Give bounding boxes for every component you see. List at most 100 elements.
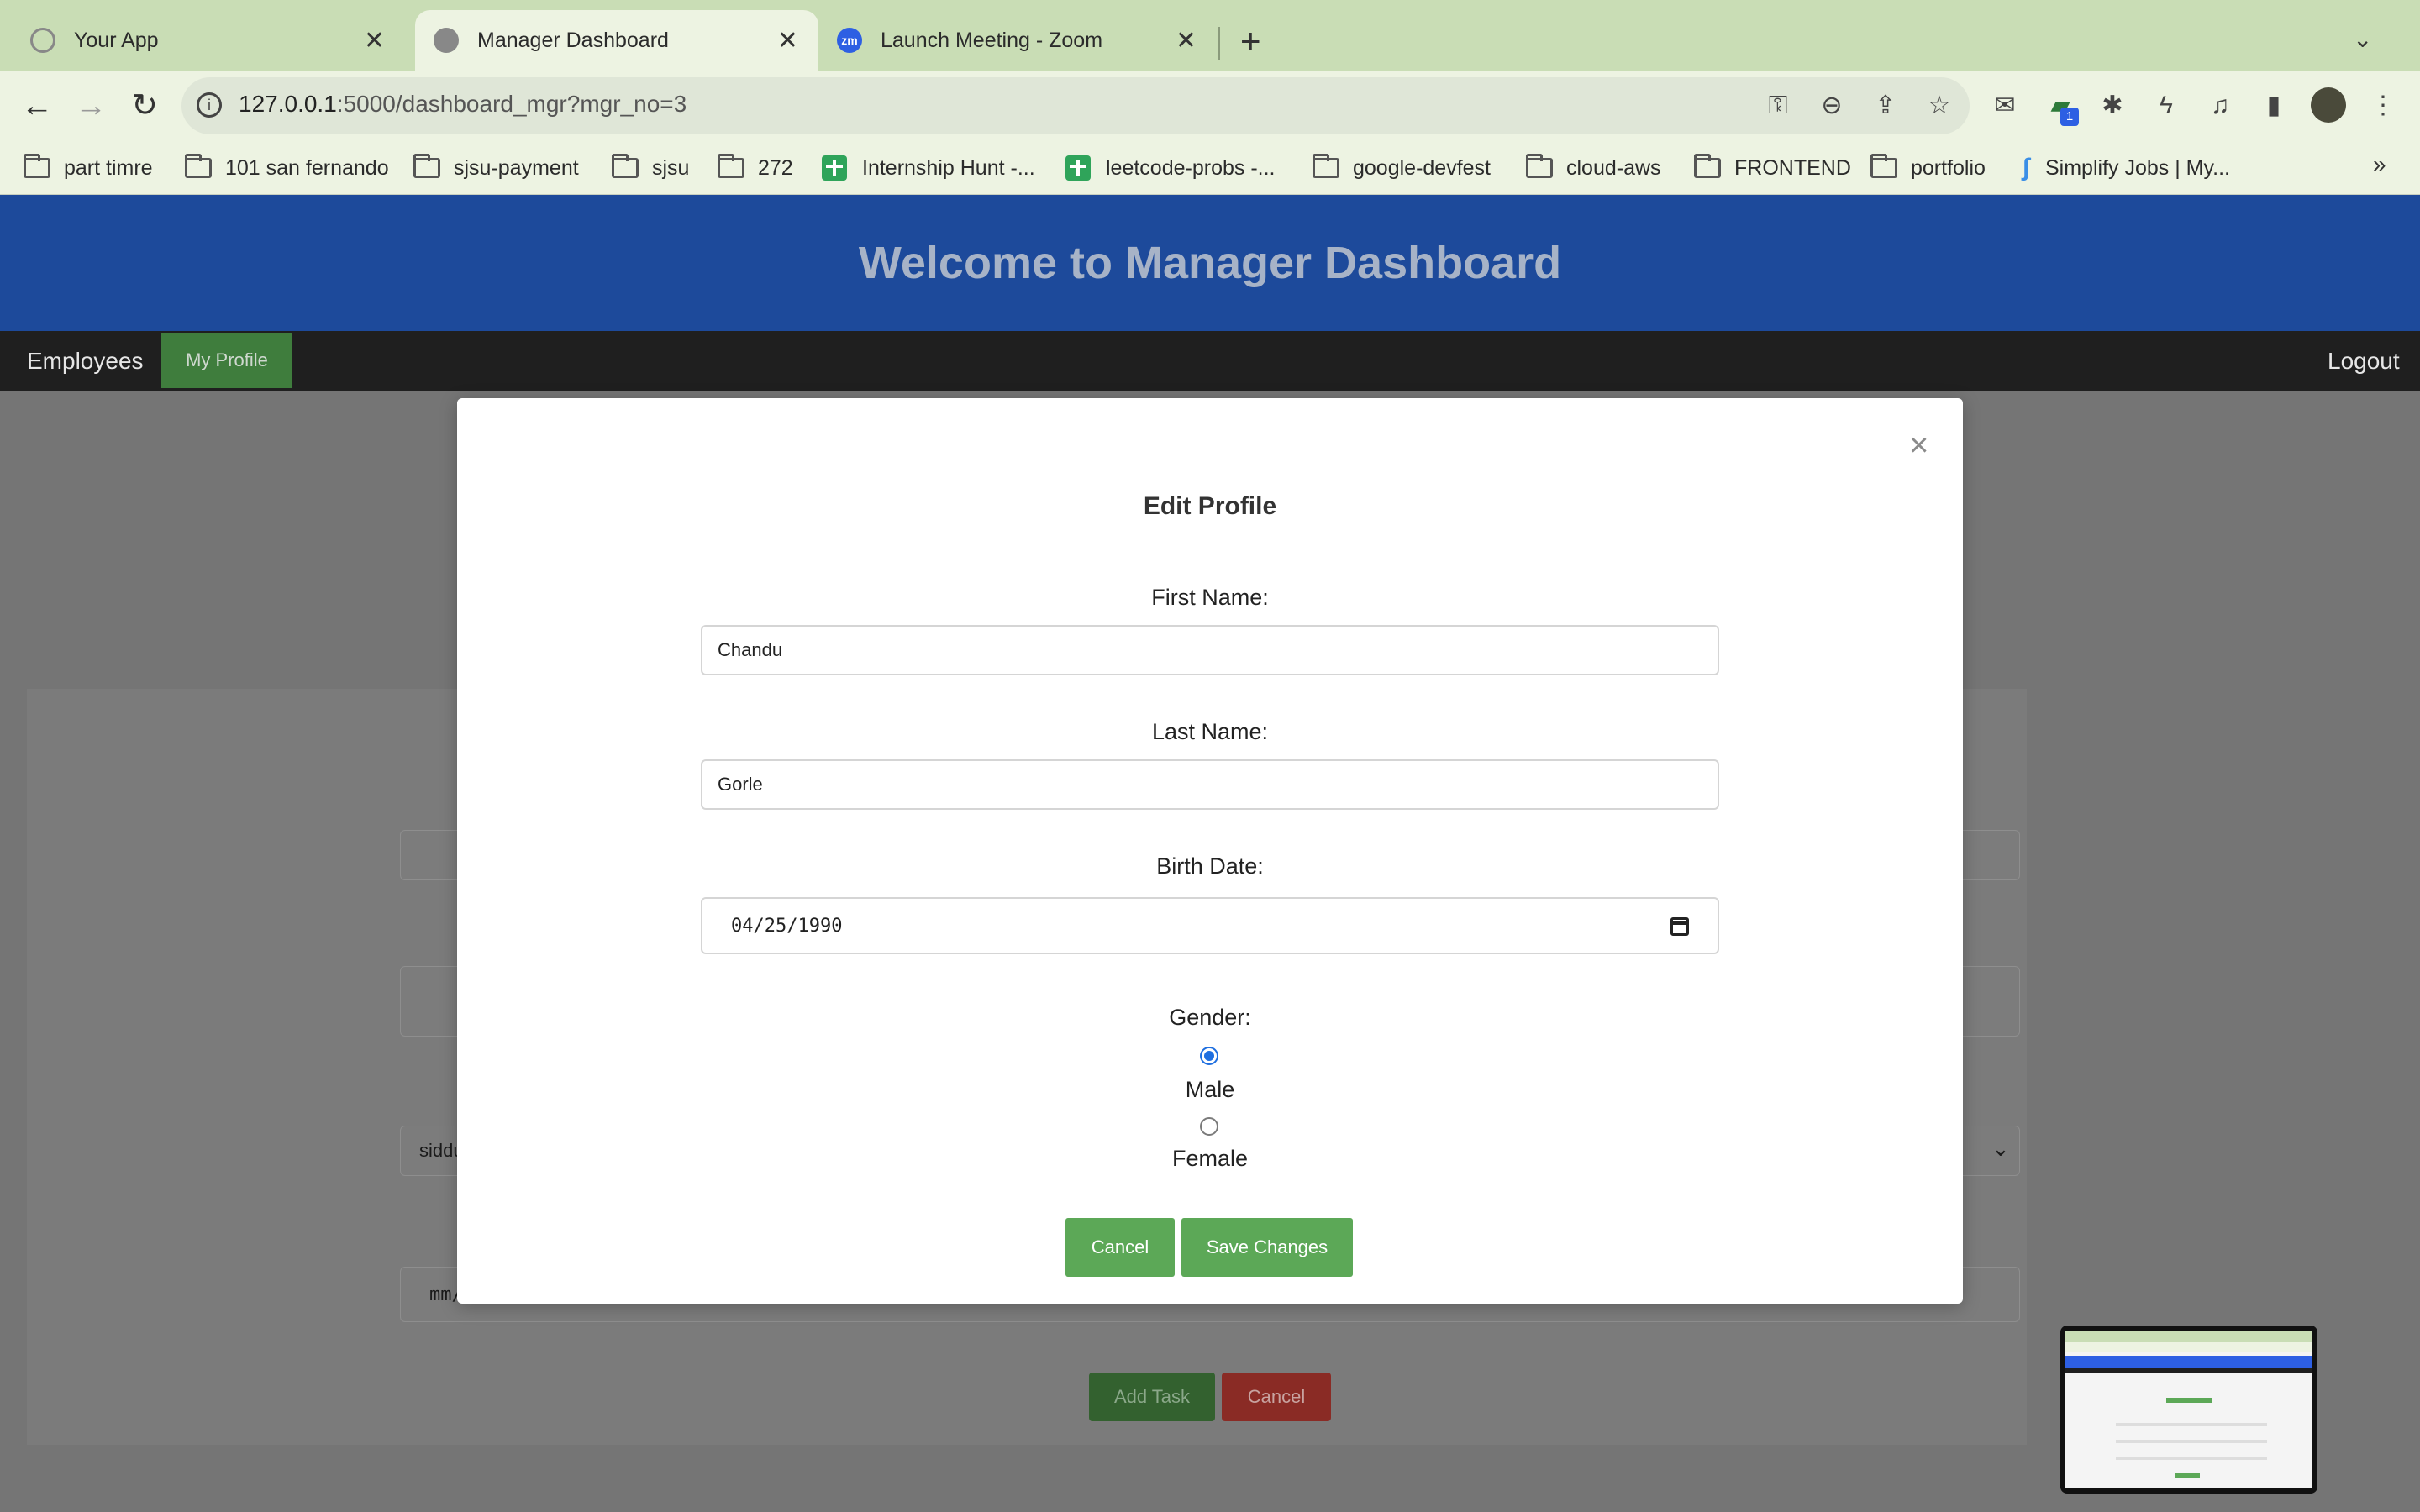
gender-male-label: Male <box>1185 1077 1235 1102</box>
close-tab-icon[interactable]: ✕ <box>777 26 798 55</box>
bookmark-label: Internship Hunt -... <box>862 155 1035 180</box>
modal-title: Edit Profile <box>1143 492 1277 520</box>
gender-label: Gender: <box>1169 1005 1251 1030</box>
bookmark-label: 101 san fernando <box>225 155 389 180</box>
folder-icon <box>413 154 440 178</box>
birth-date-label: Birth Date: <box>1156 853 1264 879</box>
puzzle-icon[interactable]: ✱ <box>2096 91 2129 121</box>
nav-employees[interactable]: Employees <box>27 331 144 391</box>
folder-icon <box>185 154 212 178</box>
folder-icon <box>1694 154 1721 178</box>
gender-female-radio[interactable] <box>1200 1117 1218 1136</box>
bookmark-label: cloud-aws <box>1566 155 1661 180</box>
thumbnail-toolbar <box>2065 1342 2312 1352</box>
bookmark-label: google-devfest <box>1353 155 1491 180</box>
bookmark-item[interactable]: google-devfest <box>1313 153 1491 183</box>
bookmark-item[interactable]: leetcode-probs -... <box>1065 153 1276 183</box>
birth-date-field[interactable]: 04/25/1990 <box>701 897 1719 954</box>
zoom-icon: zm <box>837 28 862 53</box>
folder-icon <box>612 154 639 178</box>
thumbnail-nav <box>2065 1368 2312 1373</box>
tab-title: Manager Dashboard <box>477 28 669 52</box>
birth-date-value: 04/25/1990 <box>731 915 843 937</box>
close-icon[interactable]: × <box>1909 428 1928 462</box>
bookmark-item[interactable]: portfolio <box>1870 153 1986 183</box>
globe-icon <box>30 28 55 53</box>
bookmark-label: part timre <box>64 155 153 180</box>
lightning-icon[interactable]: ϟ <box>2149 91 2183 121</box>
thumbnail-tabstrip <box>2065 1331 2312 1342</box>
folder-icon <box>718 154 744 178</box>
tab-title: Your App <box>74 28 159 52</box>
menu-icon[interactable]: ⋮ <box>2366 91 2400 121</box>
share-icon[interactable]: ⇪ <box>1869 91 1902 121</box>
cancel-button[interactable]: Cancel <box>1065 1218 1175 1277</box>
new-tab-icon[interactable]: + <box>1240 24 1261 59</box>
first-name-label: First Name: <box>1151 585 1269 610</box>
thumbnail-preview <box>2065 1331 2312 1488</box>
thumbnail-button <box>2175 1473 2200 1478</box>
url-text[interactable]: 127.0.0.1:5000/dashboard_mgr?mgr_no=3 <box>239 91 687 118</box>
bookmark-item[interactable]: Internship Hunt -... <box>822 153 1035 183</box>
tab-separator <box>1218 27 1220 60</box>
forward-icon[interactable]: → <box>72 87 109 124</box>
save-changes-button[interactable]: Save Changes <box>1181 1218 1353 1277</box>
bookmark-item[interactable]: sjsu <box>612 153 689 183</box>
more-bookmarks-icon[interactable]: » <box>2373 151 2386 178</box>
chevron-down-icon[interactable]: ⌄ <box>2353 25 2372 53</box>
avatar[interactable] <box>2311 87 2346 123</box>
last-name-value: Gorle <box>718 774 763 795</box>
sheets-icon <box>822 155 847 181</box>
chevron-down-icon: ⌄ <box>1991 1136 2010 1161</box>
screenshot-thumbnail[interactable] <box>2060 1326 2317 1494</box>
bookmark-item[interactable]: cloud-aws <box>1526 153 1661 183</box>
info-icon[interactable]: i <box>197 92 222 118</box>
folder-icon <box>1526 154 1553 178</box>
tab-your-app[interactable]: Your App ✕ <box>12 10 405 71</box>
first-name-value: Chandu <box>718 639 783 660</box>
bookmark-item[interactable]: 101 san fernando <box>185 153 389 183</box>
reload-icon[interactable]: ↻ <box>126 87 163 124</box>
gender-female-label: Female <box>1171 1146 1249 1171</box>
back-icon[interactable]: ← <box>18 87 55 124</box>
folder-icon <box>1870 154 1897 178</box>
page-header: Welcome to Manager Dashboard <box>0 195 2420 331</box>
close-tab-icon[interactable]: ✕ <box>364 26 385 55</box>
bookmark-star-icon[interactable]: ☆ <box>1923 91 1956 121</box>
zoom-out-icon[interactable]: ⊖ <box>1815 91 1849 121</box>
nav-my-profile[interactable]: My Profile <box>161 333 292 388</box>
simplify-icon: ʃ <box>2022 154 2030 181</box>
bookmark-label: portfolio <box>1911 155 1986 180</box>
bookmark-item[interactable]: FRONTEND <box>1694 153 1851 183</box>
gender-male-radio[interactable] <box>1200 1047 1218 1065</box>
bookmark-label: 272 <box>758 155 793 180</box>
close-tab-icon[interactable]: ✕ <box>1176 26 1197 55</box>
last-name-field[interactable]: Gorle <box>701 759 1719 810</box>
extension-badge: 1 <box>2060 108 2079 126</box>
bookmark-item[interactable]: part timre <box>24 153 153 183</box>
url-path: :5000/dashboard_mgr?mgr_no=3 <box>336 91 687 117</box>
bookmark-label: sjsu-payment <box>454 155 579 180</box>
thumbnail-button <box>2166 1398 2212 1403</box>
bookmark-item[interactable]: ʃ Simplify Jobs | My... <box>2022 153 2230 183</box>
key-icon[interactable]: ⚿ <box>1761 91 1795 121</box>
mail-icon[interactable]: ✉ <box>1988 91 2022 121</box>
url-host: 127.0.0.1 <box>239 91 337 117</box>
folder-icon <box>1313 154 1339 178</box>
nav-logout[interactable]: Logout <box>2328 331 2400 391</box>
bookmark-item[interactable]: 272 <box>718 153 793 183</box>
tab-manager-dashboard[interactable]: Manager Dashboard ✕ <box>415 10 818 71</box>
add-task-button[interactable]: Add Task <box>1089 1373 1215 1421</box>
page-title: Welcome to Manager Dashboard <box>858 238 1562 288</box>
tab-zoom[interactable]: zm Launch Meeting - Zoom ✕ <box>818 10 1217 71</box>
first-name-field[interactable]: Chandu <box>701 625 1719 675</box>
bookmark-item[interactable]: sjsu-payment <box>413 153 579 183</box>
bookmark-label: FRONTEND <box>1734 155 1851 180</box>
calendar-icon[interactable] <box>1670 917 1689 936</box>
bookmark-label: Simplify Jobs | My... <box>2045 155 2230 180</box>
thumbnail-field <box>2116 1457 2267 1460</box>
media-icon[interactable]: ♫ <box>2203 91 2237 121</box>
globe-icon <box>434 28 459 53</box>
cancel-task-button[interactable]: Cancel <box>1222 1373 1331 1421</box>
sidepanel-icon[interactable]: ▮ <box>2257 91 2291 121</box>
